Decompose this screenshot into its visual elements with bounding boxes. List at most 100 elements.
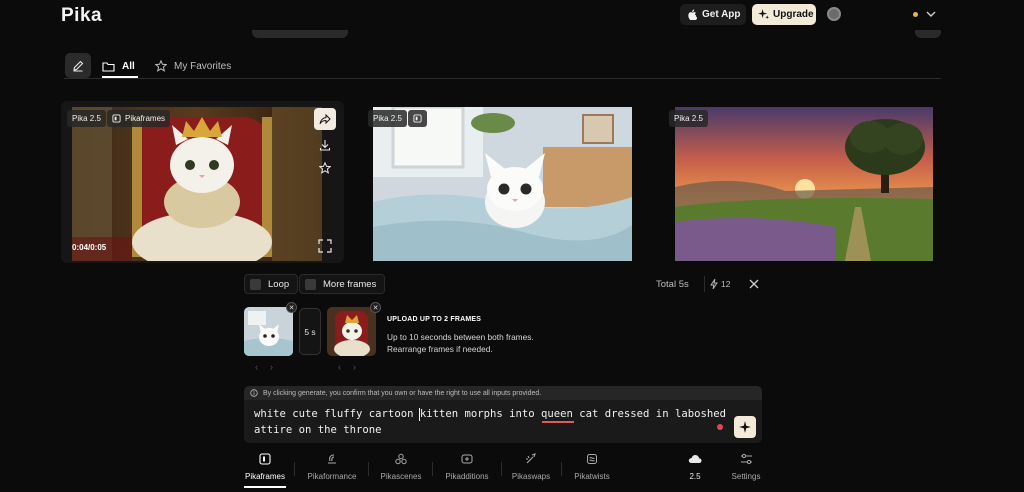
nav-pikaswaps[interactable]: Pikaswaps <box>509 452 553 484</box>
credits-value: 12 <box>721 279 731 289</box>
sliders-icon <box>740 453 752 465</box>
video-thumbnail[interactable] <box>373 107 632 261</box>
frames-icon <box>259 453 271 465</box>
chevron-left-icon[interactable]: ‹ <box>255 362 258 372</box>
prompt-text-line1: white cute fluffy cartoon kitten morphs … <box>254 408 726 420</box>
nav-separator <box>561 462 562 476</box>
pikaframes-badge: Pikaframes <box>107 110 171 127</box>
total-duration: Total 5s <box>656 279 689 290</box>
share-button[interactable] <box>314 108 336 130</box>
download-button[interactable] <box>317 137 333 153</box>
nav-pikaframes-label: Pikaframes <box>244 472 285 481</box>
tab-all[interactable]: All <box>102 55 135 77</box>
nav-pikadditions[interactable]: Pikadditions <box>440 452 494 484</box>
nav-pikascenes[interactable]: Pikascenes <box>376 452 426 484</box>
pikaframes-label: Pikaframes <box>125 114 166 123</box>
consent-notice: By clicking generate, you confirm that y… <box>244 386 762 400</box>
video-thumbnail[interactable] <box>72 107 322 261</box>
tab-favorites-label: My Favorites <box>174 60 232 72</box>
model-version-label: 2.5 <box>689 472 701 481</box>
divider <box>64 78 941 79</box>
nav-pikatwists[interactable]: Pikatwists <box>570 452 614 484</box>
download-icon <box>319 140 331 151</box>
get-app-label: Get App <box>702 9 741 20</box>
consent-text: By clicking generate, you confirm that y… <box>263 389 542 397</box>
nav-pikaformance[interactable]: Pikaformance <box>304 452 360 484</box>
upload-title: UPLOAD UP TO 2 FRAMES <box>387 316 482 323</box>
video-thumbnail[interactable] <box>675 107 933 261</box>
frame-nav-arrows: ‹ › <box>338 362 356 372</box>
nav-separator <box>294 462 295 476</box>
generate-button[interactable] <box>734 416 756 438</box>
nav-separator <box>432 462 433 476</box>
top-bar: Pika Get App Upgrade <box>0 0 1024 30</box>
more-frames-toggle[interactable]: More frames <box>299 274 386 294</box>
upload-hint-line2: Rearrange frames if needed. <box>387 344 493 354</box>
scrolled-content-edge <box>915 30 941 38</box>
end-frame-thumbnail[interactable] <box>327 307 376 356</box>
notification-dot <box>913 12 918 17</box>
close-icon[interactable] <box>748 278 760 290</box>
nav-separator <box>501 462 502 476</box>
tab-all-label: All <box>122 60 135 72</box>
nav-pikadditions-label: Pikadditions <box>445 472 489 481</box>
video-card-kitten-bed[interactable]: Pika 2.5 <box>365 101 640 263</box>
additions-icon <box>461 454 473 464</box>
active-nav-indicator <box>244 486 286 488</box>
remove-frame-button[interactable]: ✕ <box>286 302 297 313</box>
upgrade-label: Upgrade <box>773 9 814 20</box>
sparkle-icon <box>758 9 769 20</box>
video-card-sunset-meadow[interactable]: Pika 2.5 <box>667 101 941 263</box>
edit-button[interactable] <box>65 53 91 78</box>
model-label: Pika 2.5 <box>72 114 101 123</box>
get-app-button[interactable]: Get App <box>680 4 746 25</box>
video-card-queen-cat[interactable]: Pika 2.5 Pikaframes 0:04/0:05 <box>61 101 344 263</box>
info-icon <box>250 389 258 397</box>
spellcheck-underline <box>542 421 574 423</box>
prompt-input[interactable]: white cute fluffy cartoon kitten morphs … <box>244 400 762 443</box>
avatar[interactable] <box>827 7 841 21</box>
more-frames-label: More frames <box>323 278 377 290</box>
scenes-icon <box>395 453 407 465</box>
text-caret <box>419 408 420 421</box>
favorite-button[interactable] <box>317 160 333 176</box>
loop-checkbox[interactable] <box>250 278 261 290</box>
chevron-right-icon[interactable]: › <box>270 362 273 372</box>
sparkle-icon <box>739 421 751 433</box>
nav-pikatwists-label: Pikatwists <box>574 472 610 481</box>
credits-indicator: 12 <box>704 276 735 292</box>
status-dot <box>717 424 723 430</box>
scrolled-content-edge <box>252 30 348 38</box>
expand-icon[interactable] <box>318 239 332 253</box>
chevron-left-icon[interactable]: ‹ <box>338 362 341 372</box>
loop-toggle[interactable]: Loop <box>244 274 299 294</box>
nav-separator <box>368 462 369 476</box>
swaps-icon <box>526 453 536 464</box>
nav-pikaframes[interactable]: Pikaframes <box>244 452 286 484</box>
pikaframes-badge <box>408 110 427 127</box>
card-actions <box>314 108 336 176</box>
model-badge: Pika 2.5 <box>368 110 407 127</box>
chevron-right-icon[interactable]: › <box>353 362 356 372</box>
settings-label: Settings <box>731 472 761 481</box>
folder-icon <box>102 61 115 72</box>
settings-button[interactable]: Settings <box>728 452 764 484</box>
star-icon <box>319 162 331 174</box>
apple-icon <box>688 9 697 20</box>
chevron-down-icon[interactable] <box>925 8 937 20</box>
upgrade-button[interactable]: Upgrade <box>752 4 816 25</box>
remove-frame-button[interactable]: ✕ <box>370 302 381 313</box>
upload-hint-line1: Up to 10 seconds between both frames. <box>387 332 534 342</box>
start-frame-thumbnail[interactable] <box>244 307 293 356</box>
tab-my-favorites[interactable]: My Favorites <box>155 55 231 77</box>
frame-duration[interactable]: 5 s <box>299 308 321 355</box>
twists-icon <box>587 454 597 464</box>
model-label: Pika 2.5 <box>674 114 703 123</box>
more-frames-checkbox[interactable] <box>305 278 316 290</box>
nav-pikaformance-label: Pikaformance <box>307 472 357 481</box>
pika-logo[interactable]: Pika <box>61 5 102 27</box>
nav-pikaswaps-label: Pikaswaps <box>511 472 551 481</box>
model-version-selector[interactable]: 2.5 <box>680 452 710 484</box>
cloud-icon <box>688 455 702 463</box>
performance-icon <box>328 454 336 464</box>
